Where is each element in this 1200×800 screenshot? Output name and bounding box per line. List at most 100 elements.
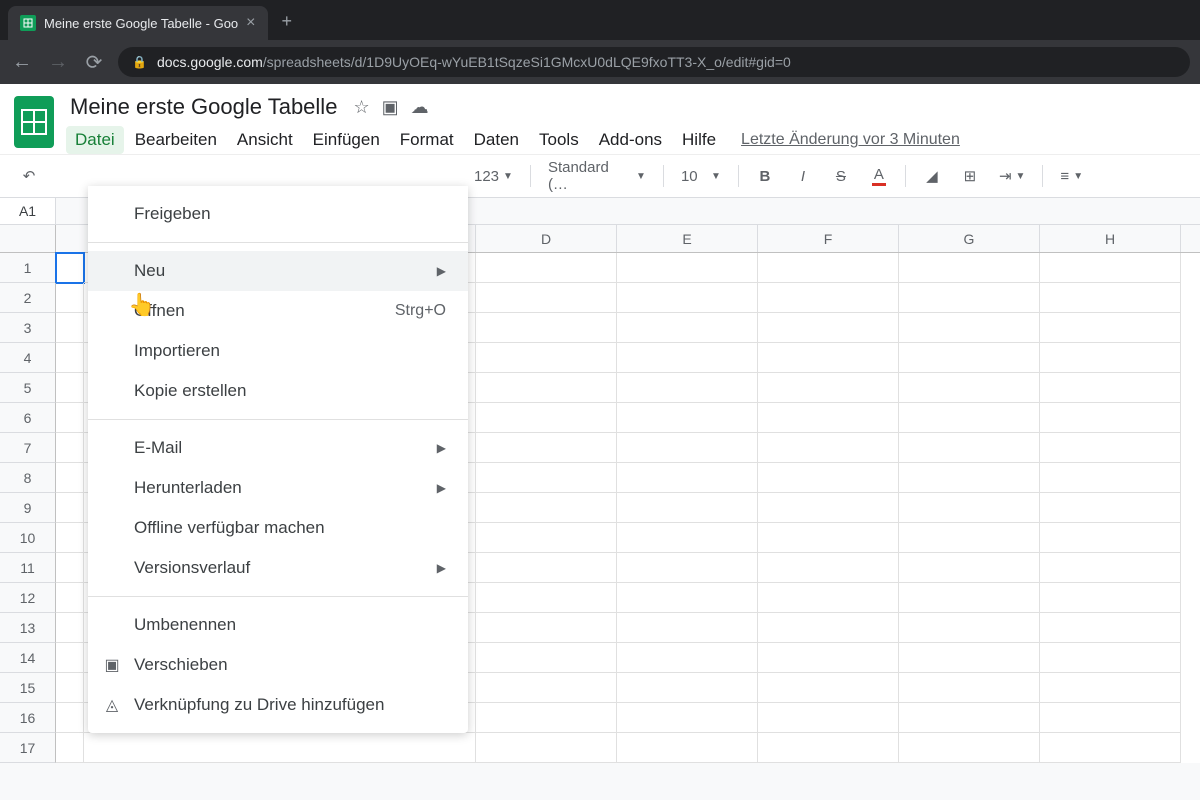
select-all-corner[interactable] bbox=[0, 225, 56, 252]
cell[interactable] bbox=[758, 733, 899, 763]
cell[interactable] bbox=[1040, 343, 1181, 373]
cloud-status-icon[interactable]: ☁ bbox=[411, 97, 429, 118]
document-title[interactable]: Meine erste Google Tabelle bbox=[66, 92, 341, 122]
cell[interactable] bbox=[758, 523, 899, 553]
cell[interactable] bbox=[617, 283, 758, 313]
menu-addons[interactable]: Add-ons bbox=[590, 126, 671, 154]
cell[interactable] bbox=[617, 463, 758, 493]
menu-einfuegen[interactable]: Einfügen bbox=[304, 126, 389, 154]
cell[interactable] bbox=[1040, 283, 1181, 313]
cell[interactable] bbox=[476, 253, 617, 283]
cell[interactable] bbox=[56, 523, 84, 553]
menu-item-importieren[interactable]: Importieren bbox=[88, 331, 468, 371]
cell[interactable] bbox=[899, 553, 1040, 583]
sheets-logo-icon[interactable] bbox=[14, 96, 54, 148]
merge-cells-button[interactable]: ⇥▼ bbox=[993, 167, 1031, 185]
row-header[interactable]: 10 bbox=[0, 523, 56, 553]
row-header[interactable]: 11 bbox=[0, 553, 56, 583]
cell[interactable] bbox=[476, 373, 617, 403]
menu-tools[interactable]: Tools bbox=[530, 126, 588, 154]
menu-bearbeiten[interactable]: Bearbeiten bbox=[126, 126, 226, 154]
cell[interactable] bbox=[1040, 403, 1181, 433]
cell[interactable] bbox=[758, 493, 899, 523]
col-header[interactable]: F bbox=[758, 225, 899, 252]
cell[interactable] bbox=[476, 523, 617, 553]
cell[interactable] bbox=[899, 733, 1040, 763]
cell[interactable] bbox=[56, 463, 84, 493]
cell[interactable] bbox=[758, 403, 899, 433]
last-edit-link[interactable]: Letzte Änderung vor 3 Minuten bbox=[741, 131, 960, 149]
cell[interactable] bbox=[1040, 253, 1181, 283]
row-header[interactable]: 17 bbox=[0, 733, 56, 763]
forward-icon[interactable]: → bbox=[46, 50, 70, 74]
bold-icon[interactable]: B bbox=[750, 161, 780, 191]
cell[interactable] bbox=[758, 583, 899, 613]
cell[interactable] bbox=[758, 703, 899, 733]
row-header[interactable]: 8 bbox=[0, 463, 56, 493]
cell[interactable] bbox=[758, 613, 899, 643]
cell[interactable] bbox=[899, 703, 1040, 733]
menu-item-freigeben[interactable]: Freigeben bbox=[88, 194, 468, 234]
cell[interactable] bbox=[758, 463, 899, 493]
row-header[interactable]: 14 bbox=[0, 643, 56, 673]
menu-item-neu[interactable]: Neu▶ bbox=[88, 251, 468, 291]
menu-format[interactable]: Format bbox=[391, 126, 463, 154]
cell[interactable] bbox=[476, 493, 617, 523]
font-size-button[interactable]: 10▼ bbox=[675, 168, 727, 185]
menu-item-kopie-erstellen[interactable]: Kopie erstellen bbox=[88, 371, 468, 411]
text-color-icon[interactable]: A bbox=[864, 161, 894, 191]
cell[interactable] bbox=[1040, 613, 1181, 643]
row-header[interactable]: 3 bbox=[0, 313, 56, 343]
cell[interactable] bbox=[476, 283, 617, 313]
font-family-button[interactable]: Standard (…▼ bbox=[542, 159, 652, 193]
reload-icon[interactable]: ⟳ bbox=[82, 50, 106, 74]
menu-item-verkn-pfung-zu-drive-hinzuf-gen[interactable]: ◬Verknüpfung zu Drive hinzufügen bbox=[88, 685, 468, 725]
cell[interactable] bbox=[1040, 313, 1181, 343]
cell[interactable] bbox=[899, 523, 1040, 553]
cell[interactable] bbox=[899, 403, 1040, 433]
cell[interactable] bbox=[56, 433, 84, 463]
cell[interactable] bbox=[476, 613, 617, 643]
cell[interactable] bbox=[476, 673, 617, 703]
cell[interactable] bbox=[476, 583, 617, 613]
cell[interactable] bbox=[758, 343, 899, 373]
cell[interactable] bbox=[899, 433, 1040, 463]
cell[interactable] bbox=[1040, 493, 1181, 523]
cell[interactable] bbox=[56, 493, 84, 523]
cell[interactable] bbox=[617, 343, 758, 373]
cell[interactable] bbox=[758, 553, 899, 583]
cell[interactable] bbox=[476, 313, 617, 343]
browser-tab[interactable]: Meine erste Google Tabelle - Goo × bbox=[8, 6, 268, 40]
row-header[interactable]: 16 bbox=[0, 703, 56, 733]
row-header[interactable]: 15 bbox=[0, 673, 56, 703]
cell[interactable] bbox=[617, 673, 758, 703]
cell[interactable] bbox=[1040, 703, 1181, 733]
menu-daten[interactable]: Daten bbox=[465, 126, 528, 154]
cell[interactable] bbox=[899, 673, 1040, 703]
col-header[interactable]: G bbox=[899, 225, 1040, 252]
cell[interactable] bbox=[758, 673, 899, 703]
col-header[interactable]: D bbox=[476, 225, 617, 252]
menu-item-herunterladen[interactable]: Herunterladen▶ bbox=[88, 468, 468, 508]
cell[interactable] bbox=[56, 253, 84, 283]
cell[interactable] bbox=[56, 583, 84, 613]
new-tab-icon[interactable]: + bbox=[282, 11, 293, 32]
cell[interactable] bbox=[617, 523, 758, 553]
cell[interactable] bbox=[476, 343, 617, 373]
menu-item-verschieben[interactable]: ▣Verschieben bbox=[88, 645, 468, 685]
menu-ansicht[interactable]: Ansicht bbox=[228, 126, 302, 154]
cell[interactable] bbox=[617, 433, 758, 463]
cell[interactable] bbox=[617, 703, 758, 733]
cell[interactable] bbox=[56, 733, 84, 763]
move-icon[interactable]: ▣ bbox=[382, 97, 399, 118]
cell[interactable] bbox=[899, 253, 1040, 283]
strikethrough-icon[interactable]: S bbox=[826, 161, 856, 191]
cell[interactable] bbox=[1040, 373, 1181, 403]
cell[interactable] bbox=[899, 613, 1040, 643]
cell[interactable] bbox=[758, 313, 899, 343]
cell[interactable] bbox=[758, 643, 899, 673]
cell[interactable] bbox=[1040, 673, 1181, 703]
star-icon[interactable]: ☆ bbox=[353, 97, 369, 118]
fill-color-icon[interactable]: ◢ bbox=[917, 161, 947, 191]
cell[interactable] bbox=[899, 583, 1040, 613]
